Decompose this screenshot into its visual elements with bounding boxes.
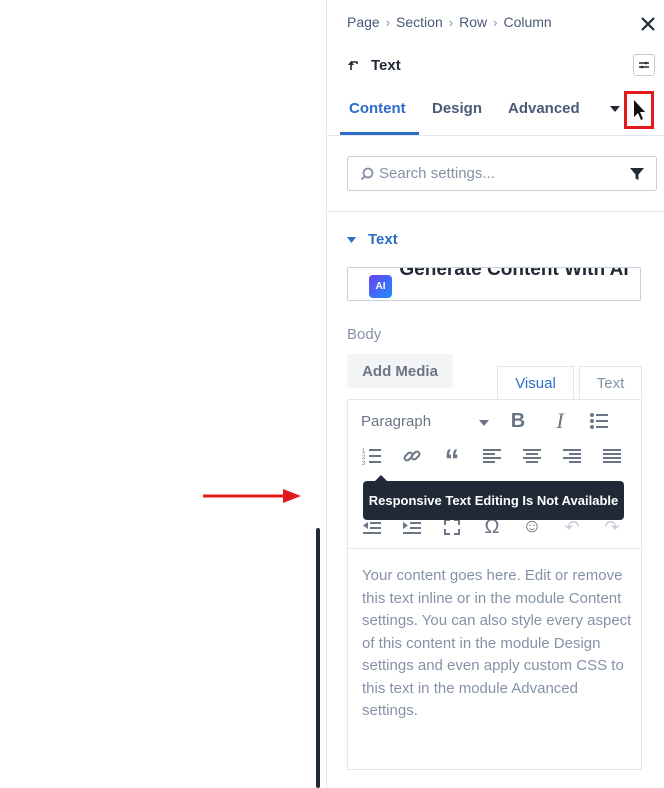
align-right-icon[interactable]: [561, 445, 583, 467]
back-arrow-icon[interactable]: [347, 59, 361, 73]
module-header: Text: [347, 57, 401, 74]
add-media-button[interactable]: Add Media: [347, 354, 453, 388]
breadcrumb-page[interactable]: Page: [347, 14, 380, 30]
tab-content[interactable]: Content: [349, 100, 406, 117]
editor-content-text[interactable]: Your content goes here. Edit or remove t…: [362, 565, 634, 723]
settings-panel: Page › Section › Row › Column Text Conte…: [326, 0, 664, 788]
sliders-icon: [639, 61, 649, 69]
highlighted-cursor-button[interactable]: [624, 91, 654, 129]
breadcrumb-separator-icon: ›: [448, 14, 454, 30]
tab-visual-editor[interactable]: Visual: [497, 366, 574, 400]
breadcrumb-separator-icon: ›: [493, 14, 498, 30]
bold-icon[interactable]: B: [507, 410, 529, 432]
more-tabs-caret-icon[interactable]: [610, 105, 620, 113]
align-center-icon[interactable]: [521, 445, 543, 467]
format-select-value: Paragraph: [361, 413, 432, 430]
tab-advanced[interactable]: Advanced: [508, 100, 580, 117]
canvas-scrollbar[interactable]: [316, 528, 320, 788]
svg-text:3: 3: [362, 461, 366, 465]
filter-icon[interactable]: [630, 167, 644, 181]
section-toggle-text[interactable]: Text: [347, 231, 398, 248]
editor-toolbar: Paragraph B I 1 2 3 “ Ω ☺ ↶ ↷: [348, 400, 641, 549]
breadcrumb-column[interactable]: Column: [503, 14, 551, 30]
numbered-list-icon[interactable]: 1 2 3: [361, 445, 383, 467]
builder-screen: Page › Section › Row › Column Text Conte…: [0, 0, 664, 788]
bullet-list-icon[interactable]: [588, 410, 610, 432]
module-title: Text: [371, 57, 401, 74]
breadcrumb-section[interactable]: Section: [396, 14, 443, 30]
italic-icon[interactable]: I: [549, 410, 571, 432]
divider: [327, 211, 664, 212]
blockquote-icon[interactable]: “: [441, 445, 463, 476]
ai-icon: AI: [369, 275, 392, 298]
cursor-icon: [634, 100, 645, 120]
generate-ai-content-button[interactable]: AI Generate Content With AI: [347, 267, 641, 301]
active-tab-indicator: [340, 132, 419, 135]
settings-tabs: Content Design Advanced: [327, 90, 664, 136]
search-field: [347, 156, 657, 191]
body-field-label: Body: [347, 326, 382, 343]
ai-button-label: Generate Content With AI: [399, 267, 629, 280]
panel-options-button[interactable]: [633, 54, 655, 76]
search-icon: [360, 167, 374, 181]
breadcrumb-separator-icon: ›: [385, 14, 391, 30]
align-left-icon[interactable]: [481, 445, 503, 467]
chevron-down-icon: [347, 236, 356, 243]
search-input[interactable]: [379, 157, 619, 190]
red-arrow-annotation: [203, 489, 301, 503]
section-title: Text: [368, 231, 398, 248]
close-icon[interactable]: [638, 14, 658, 34]
tab-design[interactable]: Design: [432, 100, 482, 117]
link-icon[interactable]: [401, 445, 423, 467]
align-justify-icon[interactable]: [601, 445, 623, 467]
paragraph-format-select[interactable]: Paragraph: [361, 413, 491, 433]
tab-text-editor[interactable]: Text: [579, 366, 642, 400]
breadcrumb-row[interactable]: Row: [459, 14, 487, 30]
responsive-editing-tooltip: Responsive Text Editing Is Not Available: [363, 475, 624, 520]
chevron-down-icon: [479, 420, 489, 426]
breadcrumb: Page › Section › Row › Column: [347, 14, 552, 30]
rich-text-editor: Paragraph B I 1 2 3 “ Ω ☺ ↶ ↷ Your conte…: [347, 399, 642, 770]
